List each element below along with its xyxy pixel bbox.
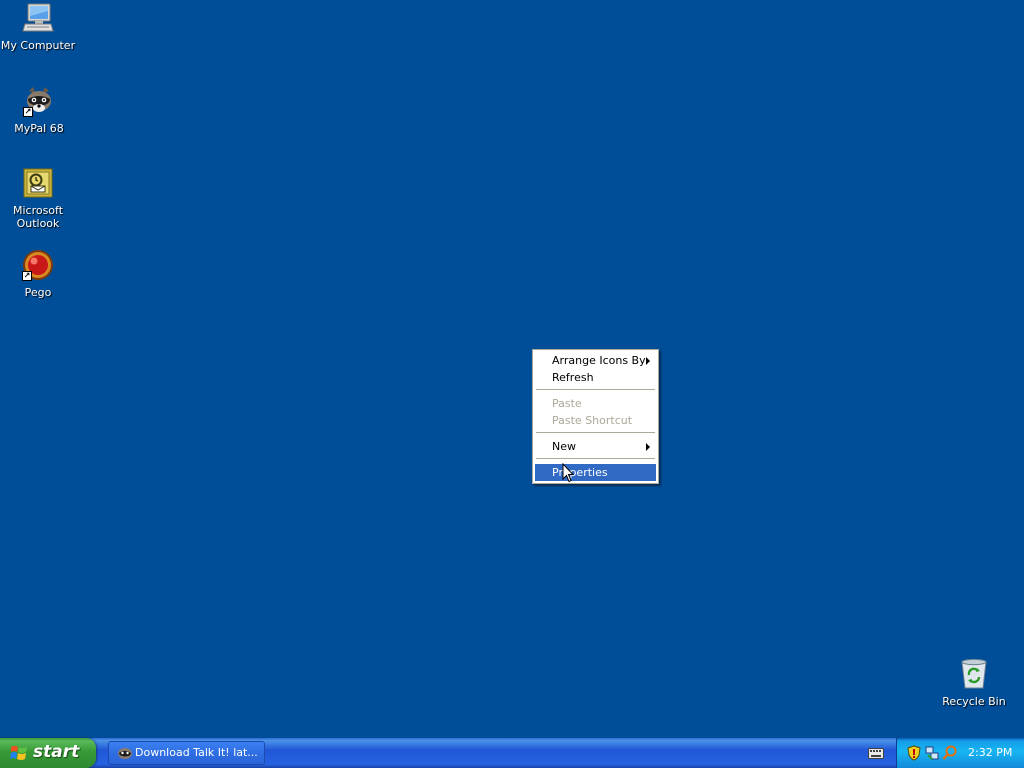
desktop-icon-recycle-bin[interactable]: Recycle Bin <box>936 658 1012 708</box>
raccoon-icon <box>118 748 132 759</box>
outlook-icon <box>22 167 54 199</box>
menu-item-properties[interactable]: Properties <box>535 464 656 481</box>
windows-logo-icon <box>10 746 27 760</box>
menu-separator <box>536 389 655 390</box>
taskbar-button-label: Download Talk It! lat... <box>135 746 258 759</box>
desktop-icon-label: Microsoft Outlook <box>12 204 64 230</box>
menu-item-refresh[interactable]: Refresh <box>535 369 656 386</box>
menu-item-label: Refresh <box>552 371 594 384</box>
menu-separator <box>536 432 655 433</box>
desktop-icon-label: Recycle Bin <box>942 695 1006 708</box>
start-button[interactable]: start <box>0 738 96 768</box>
start-label: start <box>33 742 80 762</box>
submenu-arrow-icon <box>646 357 650 365</box>
menu-item-label: Properties <box>552 466 608 479</box>
taskbar: start Download Talk It! lat... 2:32 PM <box>0 738 1024 768</box>
menu-item-label: New <box>552 440 576 453</box>
menu-item-label: Arrange Icons By <box>552 354 646 367</box>
network-icon[interactable] <box>924 745 940 761</box>
search-icon[interactable] <box>942 745 958 761</box>
my-computer-icon <box>22 2 54 34</box>
desktop-icon-mypal[interactable]: ↗ MyPal 68 <box>1 85 77 135</box>
menu-item-paste[interactable]: Paste <box>535 395 656 412</box>
mypal-raccoon-icon: ↗ <box>23 85 55 117</box>
keyboard-layout-icon[interactable] <box>868 747 884 759</box>
desktop-icon-label: MyPal 68 <box>14 122 64 135</box>
desktop-icon-pego[interactable]: ↗ Pego <box>0 249 76 299</box>
taskbar-button-download-talk-it[interactable]: Download Talk It! lat... <box>108 741 265 765</box>
desktop-icon-my-computer[interactable]: My Computer <box>0 2 76 52</box>
pego-icon: ↗ <box>22 249 54 281</box>
desktop-context-menu: Arrange Icons By Refresh Paste Paste Sho… <box>532 349 659 484</box>
system-tray: 2:32 PM <box>896 738 1024 768</box>
desktop-icon-label: My Computer <box>0 39 76 52</box>
shortcut-arrow-icon: ↗ <box>22 271 32 281</box>
menu-separator <box>536 458 655 459</box>
taskbar-clock: 2:32 PM <box>968 746 1013 759</box>
security-shield-icon[interactable] <box>906 745 922 761</box>
desktop-icon-outlook[interactable]: Microsoft Outlook <box>0 167 76 230</box>
menu-item-new[interactable]: New <box>535 438 656 455</box>
submenu-arrow-icon <box>646 443 650 451</box>
mouse-cursor-icon <box>562 463 574 483</box>
menu-item-arrange-icons-by[interactable]: Arrange Icons By <box>535 352 656 369</box>
shortcut-arrow-icon: ↗ <box>23 107 33 117</box>
menu-item-label: Paste <box>552 397 582 410</box>
desktop[interactable]: My Computer ↗ MyPal 68 Microsoft Outlook… <box>0 0 1024 738</box>
menu-item-paste-shortcut[interactable]: Paste Shortcut <box>535 412 656 429</box>
recycle-bin-icon <box>958 658 990 690</box>
desktop-icon-label: Pego <box>24 286 52 299</box>
menu-item-label: Paste Shortcut <box>552 414 633 427</box>
